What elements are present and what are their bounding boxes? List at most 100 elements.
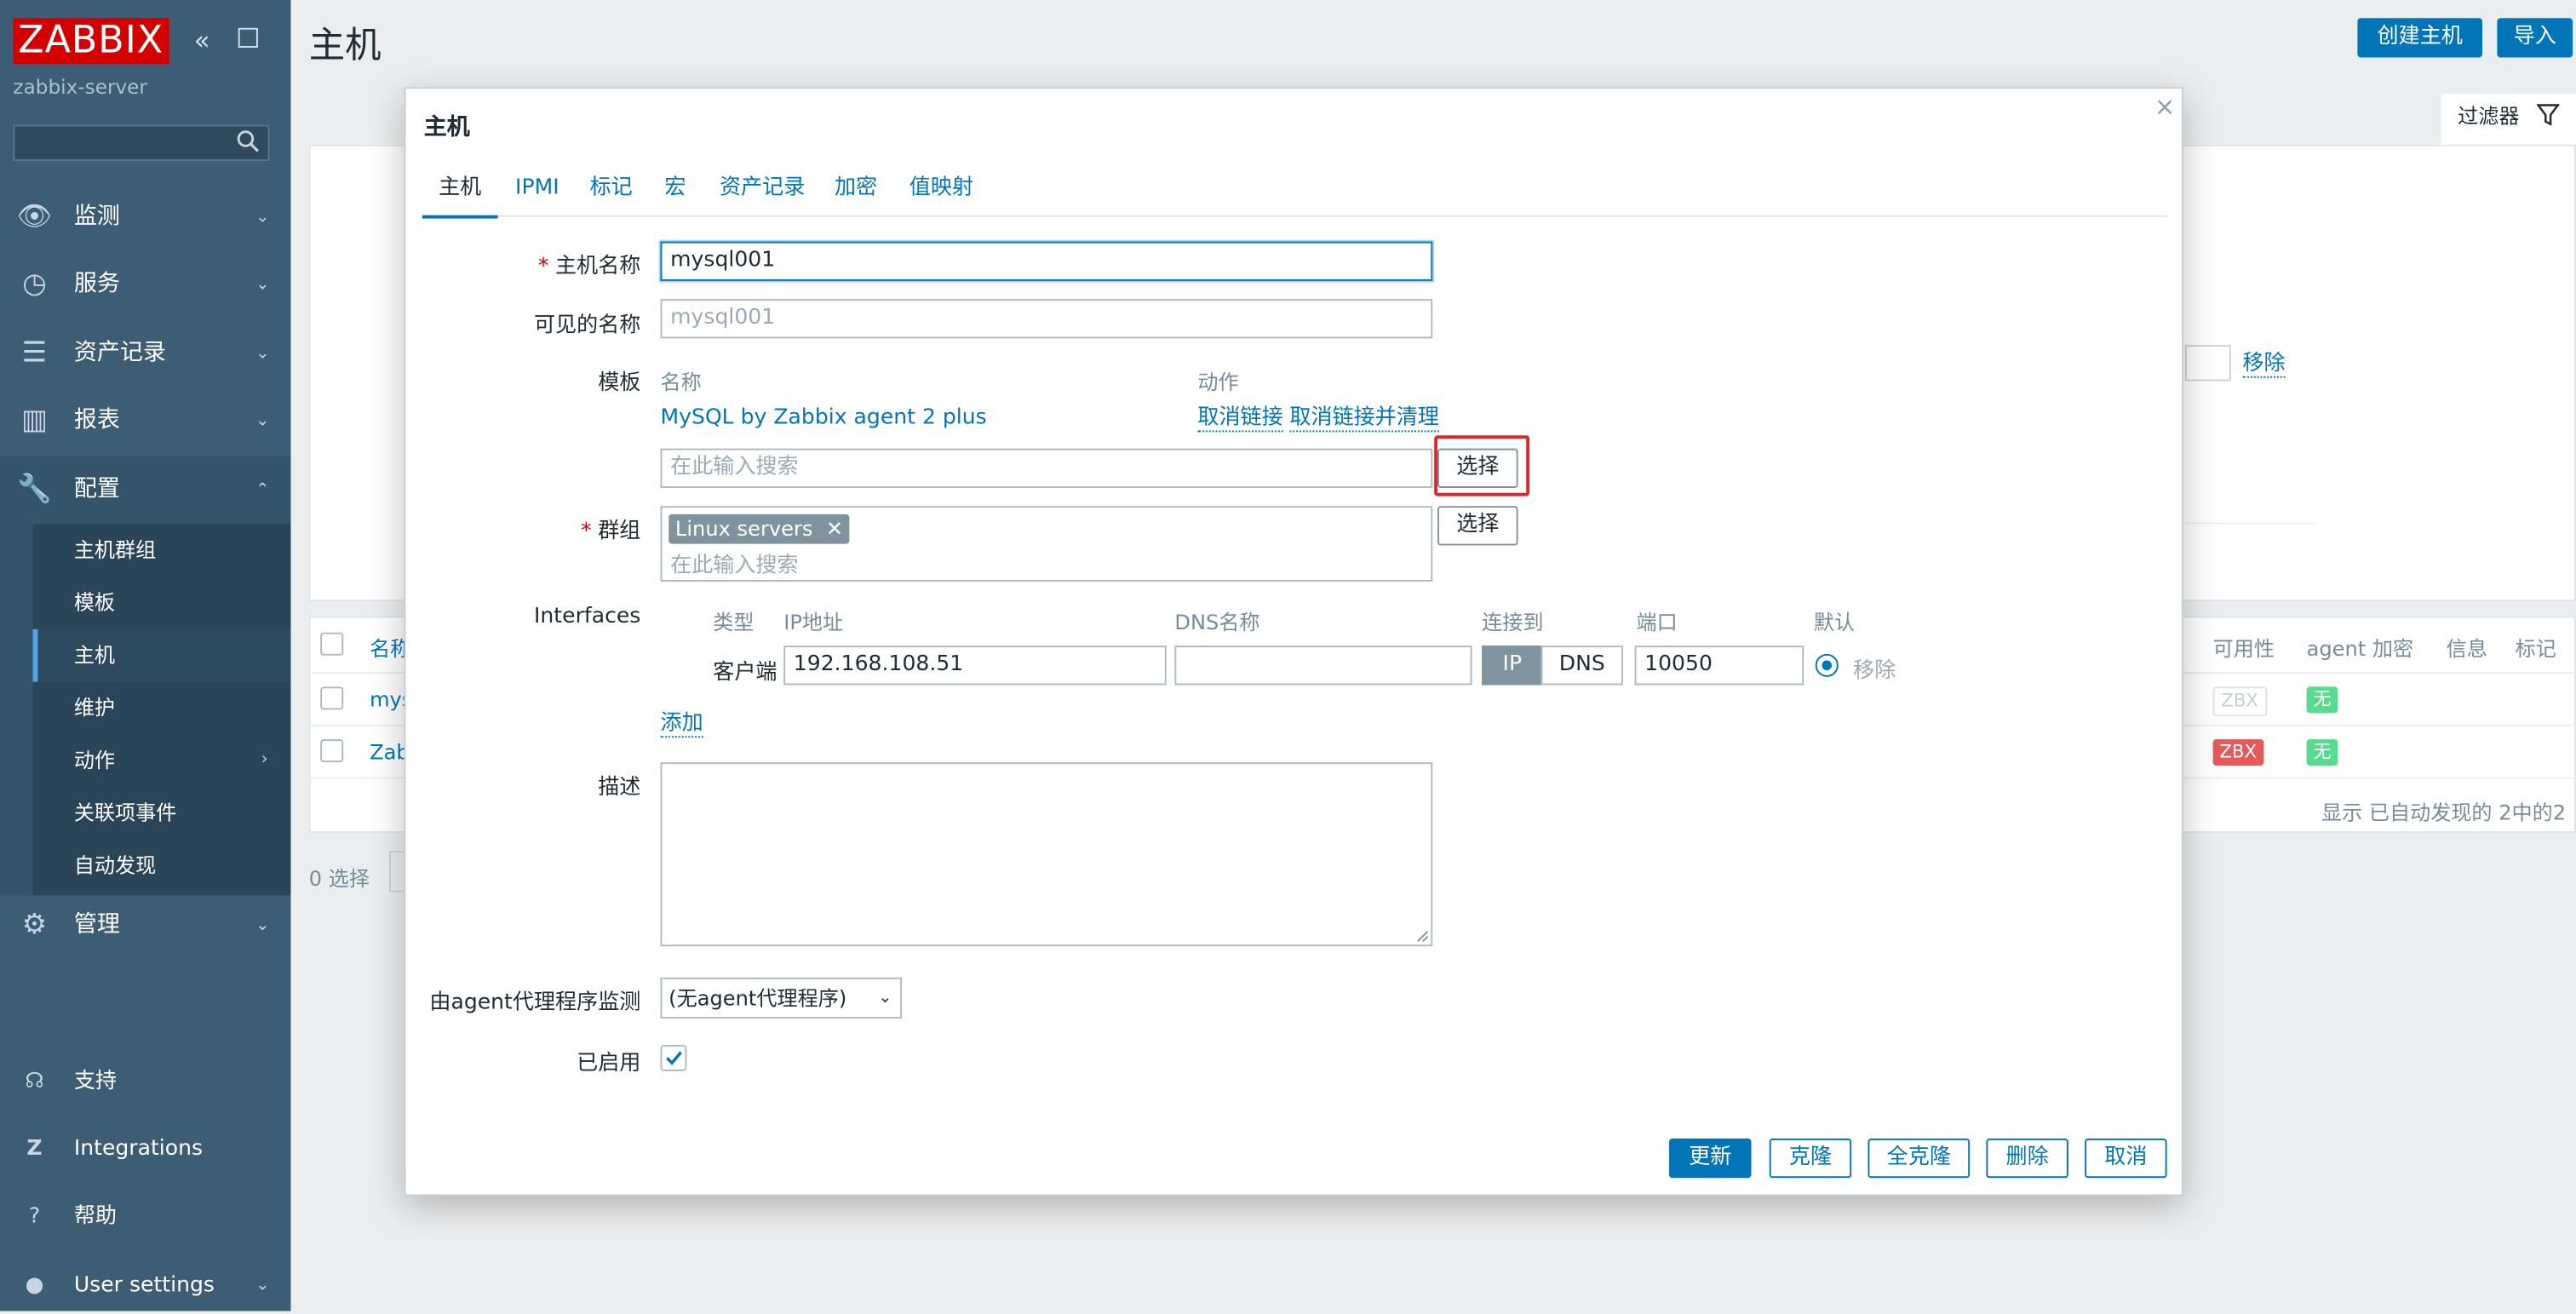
chevron-down-icon: ⌄ [255,276,270,295]
connect-ip-button[interactable]: IP [1482,646,1543,686]
availability-badge: ZBX [2212,686,2267,717]
tab-ipmi[interactable]: IPMI [513,171,562,215]
proxy-select[interactable]: (无agent代理程序) ⌄ [660,977,903,1019]
iface-col-default: 默认 [1813,609,1856,634]
menu-label: 监测 [73,204,120,231]
delete-button[interactable]: 删除 [1986,1138,2068,1179]
sidebar-search-input[interactable] [13,124,270,162]
menu-label: Integrations [73,1137,204,1162]
add-interface-link[interactable]: 添加 [660,711,703,738]
highlight-box [1434,435,1530,496]
unlink-and-clear-link[interactable]: 取消链接并清理 [1289,406,1440,433]
tab-macros[interactable]: 宏 [661,171,691,215]
filter-tab[interactable]: 过滤器 [2441,93,2576,145]
submenu-maintenance[interactable]: 维护 [33,682,291,735]
iface-col-ip: IP地址 [783,609,844,634]
search-icon[interactable] [237,129,260,152]
submenu-discovery[interactable]: 自动发现 [33,840,291,892]
menu-monitoring[interactable]: 👁 监测 ⌄ [0,184,290,251]
description-textarea[interactable] [660,762,1433,947]
full-clone-button[interactable]: 全克隆 [1867,1138,1971,1179]
collapse-sidebar-icon[interactable]: « [194,25,210,56]
close-icon[interactable]: × [2154,92,2175,122]
cancel-button[interactable]: 取消 [2085,1138,2167,1179]
wrench-icon: 🔧 [17,473,52,507]
filter-remove-link[interactable]: 移除 [2242,352,2286,378]
group-select-button[interactable]: 选择 [1437,506,1518,546]
submenu-label: 关联项事件 [73,800,177,825]
groups-label: * 群组 [581,513,640,544]
dialog-tabs: 主机 IPMI 标记 宏 资产记录 加密 值映射 [422,171,2167,219]
template-search-input[interactable]: 在此输入搜索 [660,448,1433,488]
kiosk-mode-icon[interactable] [238,27,258,48]
chevron-down-icon: ⌄ [255,1276,270,1295]
enabled-label: 已启用 [577,1051,641,1076]
description-label: 描述 [598,775,641,800]
sidebar: ZABBIX « zabbix-server 👁 监测 ⌄ ◷ 服务 ⌄ ☰ 资… [0,0,291,1314]
iface-col-port: 端口 [1636,609,1678,634]
iface-col-dns: DNS名称 [1174,609,1260,634]
menu-user-settings[interactable]: ● User settings ⌄ [0,1259,290,1314]
groups-multiselect[interactable]: Linux servers ✕ 在此输入搜索 [660,506,1433,582]
menu-label: 支持 [73,1069,118,1094]
submenu-host-groups[interactable]: 主机群组 [33,524,291,577]
tab-tags[interactable]: 标记 [588,171,634,215]
availability-badge: ZBX [2212,739,2263,766]
menu-administration[interactable]: ⚙ 管理 ⌄ [0,892,290,960]
menu-reports[interactable]: ▥ 报表 ⌄ [0,387,290,455]
tab-encryption[interactable]: 加密 [833,171,879,215]
proxy-label: 由agent代理程序监测 [429,990,641,1016]
iface-port-input[interactable]: 10050 [1634,646,1804,686]
required-mark: * [580,519,592,544]
tab-inventory[interactable]: 资产记录 [718,171,806,215]
column-tags: 标记 [2515,635,2556,661]
menu-label: 配置 [73,476,120,503]
unlink-link[interactable]: 取消链接 [1197,406,1283,433]
clone-button[interactable]: 克隆 [1769,1138,1852,1179]
create-host-button[interactable]: 创建主机 [2357,18,2483,58]
template-link[interactable]: MySQL by Zabbix agent 2 plus [661,406,987,431]
host-edit-dialog: 主机 × 主机 IPMI 标记 宏 资产记录 加密 值映射 * 主机名称 mysq… [404,87,2183,1196]
connect-dns-button[interactable]: DNS [1540,646,1624,686]
remove-tag-icon[interactable]: ✕ [826,516,843,541]
row-checkbox[interactable] [320,686,344,710]
tab-host[interactable]: 主机 [422,171,498,219]
gear-icon: ⚙ [21,908,48,942]
menu-services[interactable]: ◷ 服务 ⌄ [0,251,290,318]
menu-inventory[interactable]: ☰ 资产记录 ⌄ [0,320,290,387]
templates-label: 模板 [598,370,641,396]
visible-name-input[interactable]: mysql001 [660,299,1433,339]
encryption-badge: 无 [2306,739,2338,766]
submenu-actions[interactable]: 动作 › [33,734,291,787]
help-icon: ? [28,1204,41,1230]
submenu-templates[interactable]: 模板 [33,577,291,629]
submenu-event-correlation[interactable]: 关联项事件 [33,787,291,840]
column-availability: 可用性 [2212,635,2275,661]
zabbix-logo[interactable]: ZABBIX [13,18,169,65]
iface-ip-input[interactable]: 192.168.108.51 [783,646,1167,686]
filter-input[interactable] [2184,345,2231,382]
chevron-down-icon: ⌄ [255,412,270,431]
tab-value-mapping[interactable]: 值映射 [907,171,976,215]
enabled-checkbox[interactable] [660,1044,687,1071]
update-button[interactable]: 更新 [1669,1138,1752,1179]
page-title: 主机 [308,26,382,68]
iface-remove-link[interactable]: 移除 [1853,652,1896,684]
menu-support[interactable]: ☊ 支持 [0,1055,290,1111]
menu-help[interactable]: ? 帮助 [0,1190,290,1246]
menu-configuration[interactable]: 🔧 配置 ⌃ [0,456,291,525]
iface-dns-input[interactable] [1174,646,1472,686]
menu-integrations[interactable]: Z Integrations [0,1122,290,1179]
iface-col-type: 类型 [713,609,754,634]
default-interface-radio[interactable] [1815,653,1839,677]
resize-handle-icon[interactable] [1416,930,1429,943]
host-name-input[interactable]: mysql001 [660,241,1433,281]
group-search-placeholder[interactable]: 在此输入搜索 [670,547,799,578]
row-checkbox[interactable] [320,739,344,763]
column-agent-encryption: agent 加密 [2306,635,2414,661]
select-all-checkbox[interactable] [320,632,344,656]
submenu-hosts[interactable]: 主机 [32,628,291,682]
import-button[interactable]: 导入 [2497,18,2573,58]
stopwatch-icon: ◷ [22,267,47,301]
menu-label: 服务 [73,271,120,298]
